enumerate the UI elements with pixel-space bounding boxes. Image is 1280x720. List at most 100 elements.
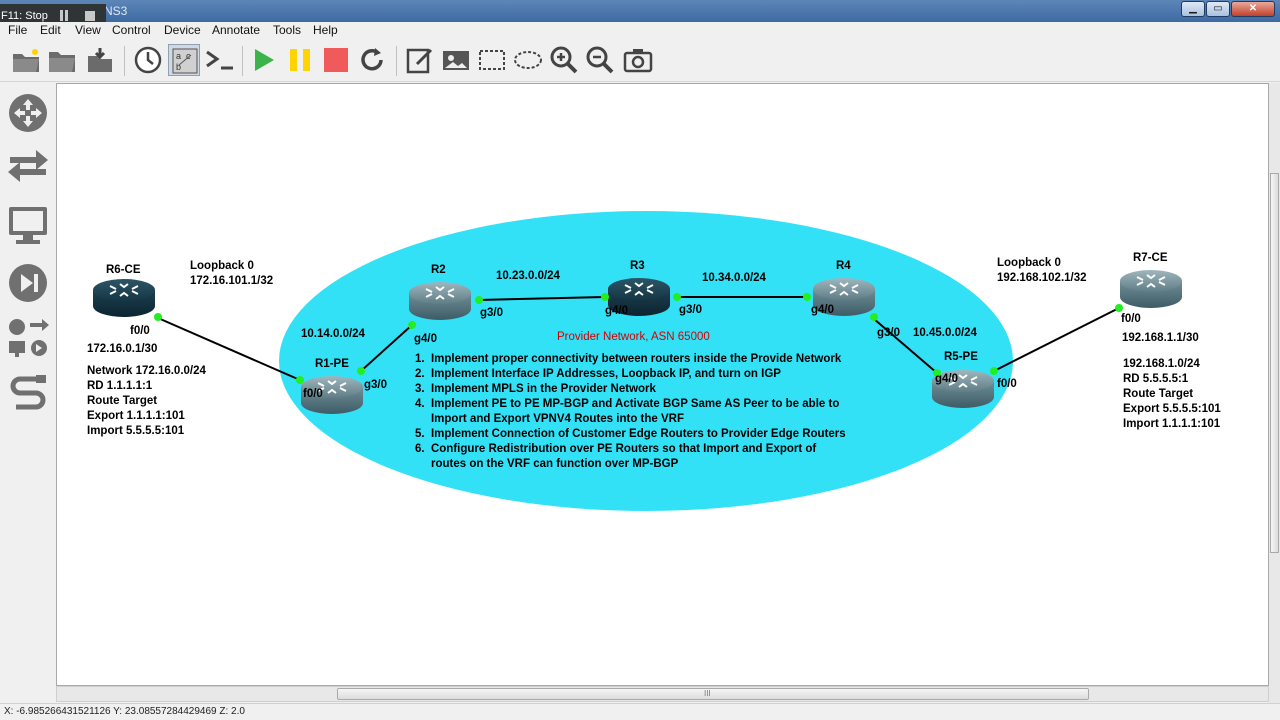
menu-edit[interactable]: Edit (40, 23, 61, 37)
menu-view[interactable]: View (75, 23, 101, 37)
console-icon[interactable] (204, 44, 236, 76)
task-item: 3. Implement MPLS in the Provider Networ… (415, 383, 657, 395)
menu-help[interactable]: Help (313, 23, 338, 37)
cursor-coordinates: X: -6.985266431521126 Y: 23.085572844294… (4, 706, 245, 717)
all-devices-icon[interactable] (6, 317, 50, 361)
new-project-icon[interactable] (10, 44, 42, 76)
pause-icon[interactable] (284, 44, 316, 76)
security-device-icon[interactable] (6, 261, 50, 305)
window-titlebar: NS3 ▁ ▭ ✕ (0, 0, 1280, 22)
interface-label: f0/0 (997, 378, 1017, 390)
recorder-stop-label[interactable]: F11: Stop (1, 10, 48, 22)
subnet-label: 10.34.0.0/24 (702, 272, 767, 284)
subnet-label: 10.45.0.0/24 (913, 327, 978, 339)
interface-label: g4/0 (935, 373, 958, 385)
vertical-scroll-thumb[interactable] (1270, 173, 1279, 553)
right-import: Import 1.1.1.1:101 (1123, 418, 1221, 430)
left-network: Network 172.16.0.0/24 (87, 365, 207, 377)
interface-label: g3/0 (877, 327, 900, 339)
menu-tools[interactable]: Tools (273, 23, 301, 37)
stop-icon[interactable] (320, 44, 352, 76)
router-r2-label: R2 (431, 264, 446, 276)
left-route-target: Route Target (87, 395, 157, 407)
open-folder-icon[interactable] (46, 44, 78, 76)
node-labels-icon[interactable]: acb (168, 44, 200, 76)
subnet-label: 10.14.0.0/24 (301, 328, 366, 340)
router-r7-icon (1119, 269, 1183, 309)
link-icon[interactable] (6, 373, 50, 417)
vertical-scrollbar[interactable] (1269, 83, 1280, 703)
note-icon[interactable] (404, 44, 436, 76)
ellipse-icon[interactable] (512, 44, 544, 76)
right-export: Export 5.5.5.5:101 (1123, 403, 1221, 415)
router-category-icon[interactable] (6, 91, 50, 135)
left-loopback-ip: 172.16.101.1/32 (190, 275, 273, 287)
zoom-out-icon[interactable] (584, 44, 616, 76)
interface-label: g4/0 (811, 304, 834, 316)
right-ce-ip: 192.168.1.1/30 (1122, 332, 1199, 344)
clock-icon[interactable] (132, 44, 164, 76)
router-r7-label: R7-CE (1133, 252, 1168, 264)
task-item: 5. Implement Connection of Customer Edge… (415, 428, 846, 440)
interface-label: g3/0 (679, 304, 702, 316)
right-loopback-title: Loopback 0 (997, 257, 1061, 269)
provider-network-title: Provider Network, ASN 65000 (557, 331, 710, 343)
router-r5-label: R5-PE (944, 351, 978, 363)
recorder-stop-icon[interactable] (85, 11, 95, 21)
picture-icon[interactable] (440, 44, 472, 76)
right-network: 192.168.1.0/24 (1123, 358, 1200, 370)
left-loopback-title: Loopback 0 (190, 260, 254, 272)
interface-label: f0/0 (303, 388, 323, 400)
menu-control[interactable]: Control (112, 23, 151, 37)
toolbar-separator (124, 46, 125, 76)
start-icon[interactable] (248, 44, 280, 76)
right-route-target: Route Target (1123, 388, 1193, 400)
task-item: routes on the VRF can function over MP-B… (415, 458, 679, 470)
right-rd: RD 5.5.5.5:1 (1123, 373, 1189, 385)
link-r5-r7 (993, 307, 1120, 372)
interface-label: g4/0 (414, 333, 437, 345)
interface-label: f0/0 (130, 325, 150, 337)
svg-text:a: a (176, 51, 181, 61)
task-item: 6. Configure Redistribution over PE Rout… (415, 443, 816, 455)
router-r6-label: R6-CE (106, 264, 141, 276)
toolbar-separator (396, 46, 397, 76)
menu-annotate[interactable]: Annotate (212, 23, 260, 37)
toolbar: acb (0, 40, 1280, 82)
left-rd: RD 1.1.1.1:1 (87, 380, 153, 392)
left-import: Import 5.5.5.5:101 (87, 425, 185, 437)
subnet-label: 10.23.0.0/24 (496, 270, 561, 282)
menu-device[interactable]: Device (164, 23, 201, 37)
router-r2-icon (408, 281, 472, 321)
task-item: 4. Implement PE to PE MP-BGP and Activat… (415, 398, 839, 410)
zoom-in-icon[interactable] (548, 44, 580, 76)
status-bar: X: -6.985266431521126 Y: 23.085572844294… (0, 703, 1280, 720)
maximize-button[interactable]: ▭ (1206, 1, 1230, 17)
device-dock (0, 83, 56, 703)
horizontal-scroll-thumb[interactable]: III (337, 688, 1089, 700)
interface-label: f0/0 (1121, 313, 1141, 325)
left-ce-ip: 172.16.0.1/30 (87, 343, 157, 355)
screenshot-icon[interactable] (622, 44, 654, 76)
router-r4-label: R4 (836, 260, 851, 272)
save-icon[interactable] (84, 44, 116, 76)
router-r1-label: R1-PE (315, 358, 349, 370)
task-item: Import and Export VPNV4 Routes into the … (415, 413, 684, 425)
router-r3-label: R3 (630, 260, 645, 272)
horizontal-scrollbar[interactable]: III (56, 686, 1269, 702)
reload-icon[interactable] (356, 44, 388, 76)
minimize-button[interactable]: ▁ (1181, 1, 1205, 17)
scroll-grip: III (704, 689, 711, 698)
rectangle-icon[interactable] (476, 44, 508, 76)
window-title: NS3 (104, 4, 128, 18)
right-loopback-ip: 192.168.102.1/32 (997, 272, 1087, 284)
topology-drawing: R6-CE R1-PE R2 R3 R4 R5-PE R7-CE f0/0 f0… (87, 211, 1221, 511)
topology-canvas[interactable]: R6-CE R1-PE R2 R3 R4 R5-PE R7-CE f0/0 f0… (56, 83, 1269, 686)
menu-file[interactable]: File (8, 23, 27, 37)
switch-category-icon[interactable] (6, 145, 50, 189)
end-device-icon[interactable] (6, 203, 50, 247)
menu-bar: File Edit View Control Device Annotate T… (0, 22, 1280, 39)
toolbar-separator (242, 46, 243, 76)
recorder-pause-icon[interactable] (58, 10, 70, 22)
close-button[interactable]: ✕ (1231, 1, 1275, 17)
